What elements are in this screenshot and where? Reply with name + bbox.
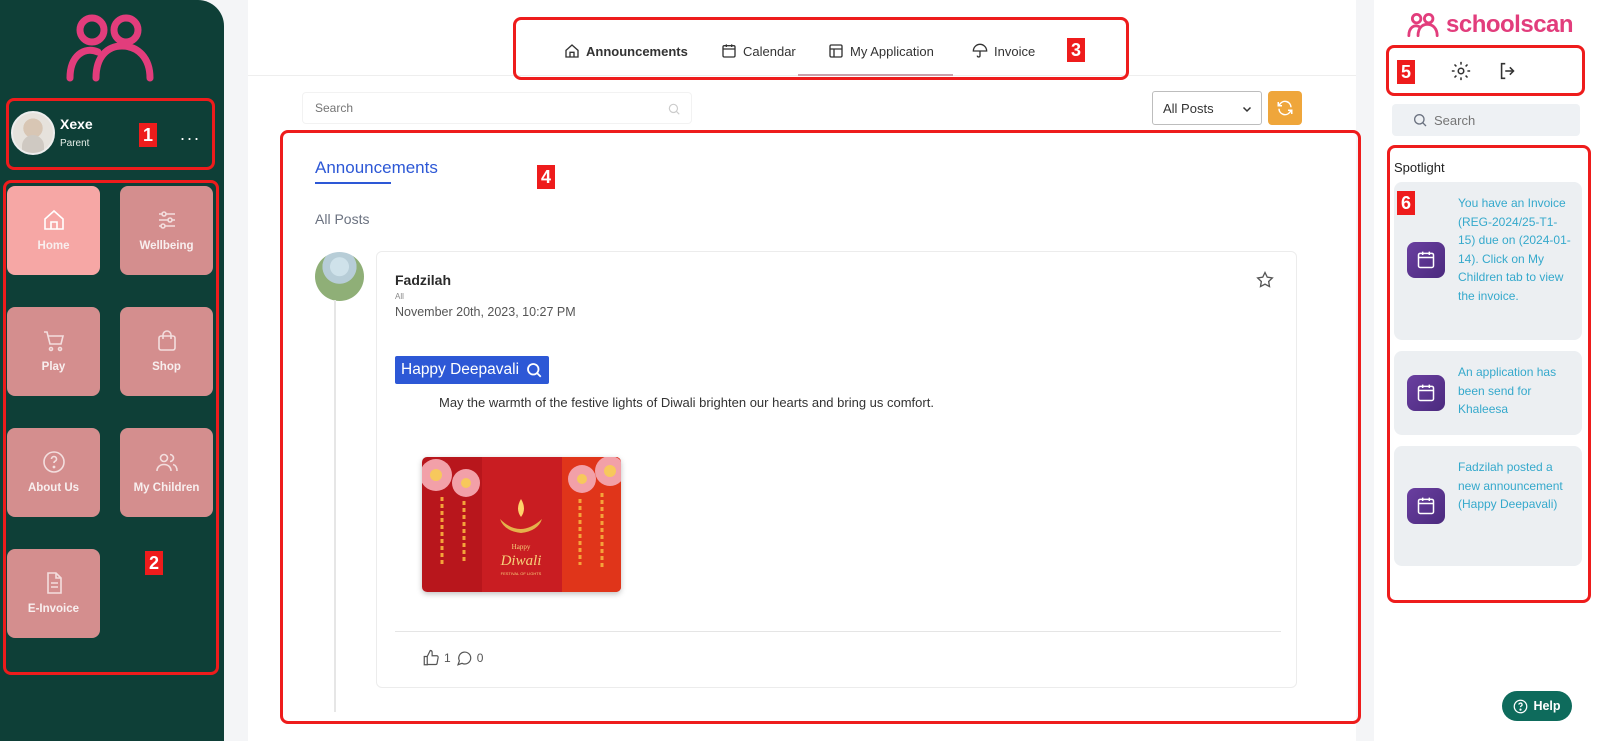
annotation-box	[6, 98, 215, 170]
annotation-label: 5	[1397, 60, 1416, 84]
search-icon	[668, 103, 680, 115]
annotation-label: 3	[1067, 38, 1086, 62]
people-logo-icon	[66, 14, 154, 82]
brand-logo: schoolscan	[1406, 10, 1574, 40]
app-root: Xexe Parent ... Home Wellbeing Play Shop…	[0, 0, 1600, 741]
brand-name: schoolscan	[1446, 11, 1574, 38]
annotation-box	[3, 180, 219, 675]
annotation-label: 1	[139, 123, 158, 147]
annotation-label: 6	[1397, 191, 1416, 215]
annotation-box	[1386, 45, 1585, 96]
annotation-label: 4	[537, 165, 556, 189]
annotation-box	[513, 17, 1129, 80]
chevron-down-icon	[1242, 106, 1252, 113]
search-bar	[302, 92, 692, 124]
spotlight-search	[1392, 104, 1580, 136]
refresh-icon	[1277, 100, 1293, 116]
people-logo-icon	[1407, 12, 1439, 38]
help-label: Help	[1533, 699, 1561, 713]
help-icon	[1514, 699, 1528, 713]
annotation-box	[1387, 145, 1591, 603]
help-button[interactable]: Help	[1502, 691, 1572, 721]
annotation-box	[280, 130, 1361, 724]
spotlight-search-input[interactable]	[1434, 104, 1574, 136]
search-input[interactable]	[303, 93, 643, 123]
refresh-button[interactable]	[1268, 91, 1302, 125]
search-icon	[1414, 114, 1427, 127]
select-value: All Posts	[1163, 101, 1214, 116]
annotation-label: 2	[145, 551, 164, 575]
posts-filter-select[interactable]: All Posts	[1152, 91, 1262, 125]
